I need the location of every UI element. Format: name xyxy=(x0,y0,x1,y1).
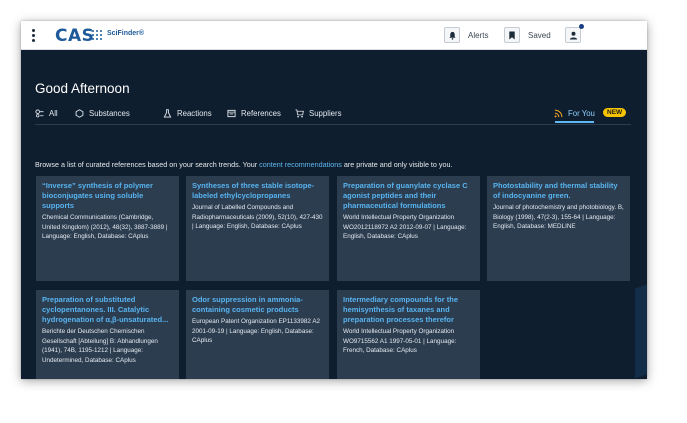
bookmark-icon xyxy=(504,27,520,43)
top-bar: CAS SciFinder® Alerts Saved xyxy=(21,21,647,50)
rss-icon xyxy=(554,109,563,118)
cart-icon xyxy=(295,108,304,118)
reference-title[interactable]: Photostability and thermal stability of … xyxy=(493,181,624,201)
search-tabs: All Substances Reactions References Supp… xyxy=(35,106,631,124)
reference-title[interactable]: “Inverse” synthesis of polymer bioconjug… xyxy=(42,181,173,211)
tab-for-you[interactable]: For You xyxy=(554,106,595,120)
alerts-button[interactable]: Alerts xyxy=(444,26,488,44)
saved-button[interactable]: Saved xyxy=(504,26,551,44)
tab-label: Substances xyxy=(89,108,130,118)
notification-dot xyxy=(579,24,584,29)
reference-card[interactable]: Odor suppression in ammonia-containing c… xyxy=(186,290,329,379)
bell-icon xyxy=(444,27,460,43)
user-icon xyxy=(565,27,581,43)
user-account-button[interactable] xyxy=(565,26,581,44)
reference-card[interactable]: Preparation of substituted cyclopentanon… xyxy=(36,290,179,379)
cas-logo[interactable]: CAS xyxy=(55,26,94,46)
reference-title[interactable]: Odor suppression in ammonia-containing c… xyxy=(192,295,323,315)
tabs-divider xyxy=(35,124,631,125)
logo-dots-icon xyxy=(92,30,102,40)
greeting-heading: Good Afternoon xyxy=(35,81,130,96)
reference-details: European Patent Organization EP1133982 A… xyxy=(192,318,321,344)
flask-icon xyxy=(163,108,172,118)
tab-references[interactable]: References xyxy=(227,106,281,120)
reference-details: World Intellectual Property Organization… xyxy=(343,214,467,240)
reference-details: Chemical Communications (Cambridge, Unit… xyxy=(42,214,168,240)
reference-card[interactable]: Syntheses of three stable isotope-labele… xyxy=(186,176,329,281)
new-badge: NEW xyxy=(603,108,627,117)
tab-all[interactable]: All xyxy=(35,106,58,120)
tab-suppliers[interactable]: Suppliers xyxy=(295,106,342,120)
content-recommendations-link[interactable]: content recommendations xyxy=(259,160,342,169)
reference-title[interactable]: Intermediary compounds for the hemisynth… xyxy=(343,295,474,325)
tab-label: For You xyxy=(568,108,595,118)
reference-card[interactable]: Intermediary compounds for the hemisynth… xyxy=(337,290,480,379)
substance-icon xyxy=(75,108,84,118)
tab-substances[interactable]: Substances xyxy=(75,106,130,120)
reference-card[interactable]: “Inverse” synthesis of polymer bioconjug… xyxy=(36,176,179,281)
product-name: SciFinder® xyxy=(107,30,145,37)
reference-title[interactable]: Preparation of guanylate cyclase C agoni… xyxy=(343,181,474,211)
active-tab-indicator xyxy=(555,121,594,123)
reference-details: Journal of Labelled Compounds and Radiop… xyxy=(192,204,323,230)
reference-details: World Intellectual Property Organization… xyxy=(343,328,457,354)
all-search-icon xyxy=(35,108,44,118)
saved-label: Saved xyxy=(528,30,551,40)
reference-icon xyxy=(227,109,236,118)
main-content: Good Afternoon All Substances Reactions xyxy=(21,50,647,379)
tab-label: References xyxy=(241,108,281,118)
tab-label: Reactions xyxy=(177,108,212,118)
intro-text-end: are private and only visible to you. xyxy=(341,160,453,169)
reference-card[interactable]: Photostability and thermal stability of … xyxy=(487,176,630,281)
tab-reactions[interactable]: Reactions xyxy=(163,106,212,120)
background-decoration xyxy=(635,281,647,379)
alerts-label: Alerts xyxy=(468,30,489,40)
reference-title[interactable]: Syntheses of three stable isotope-labele… xyxy=(192,181,323,201)
tab-label: Suppliers xyxy=(309,108,342,118)
app-window: CAS SciFinder® Alerts Saved Good Afterno… xyxy=(21,21,647,379)
tab-label: All xyxy=(49,108,58,118)
reference-details: Journal of photochemistry and photobiolo… xyxy=(493,204,624,230)
reference-card[interactable]: Preparation of guanylate cyclase C agoni… xyxy=(337,176,480,281)
intro-text-start: Browse a list of curated references base… xyxy=(35,160,260,169)
reference-details: Berichte der Deutschen Chemischen Gesell… xyxy=(42,328,158,364)
more-menu-icon[interactable] xyxy=(32,29,36,42)
reference-title[interactable]: Preparation of substituted cyclopentanon… xyxy=(42,295,173,325)
intro-text: Browse a list of curated references base… xyxy=(35,160,453,169)
